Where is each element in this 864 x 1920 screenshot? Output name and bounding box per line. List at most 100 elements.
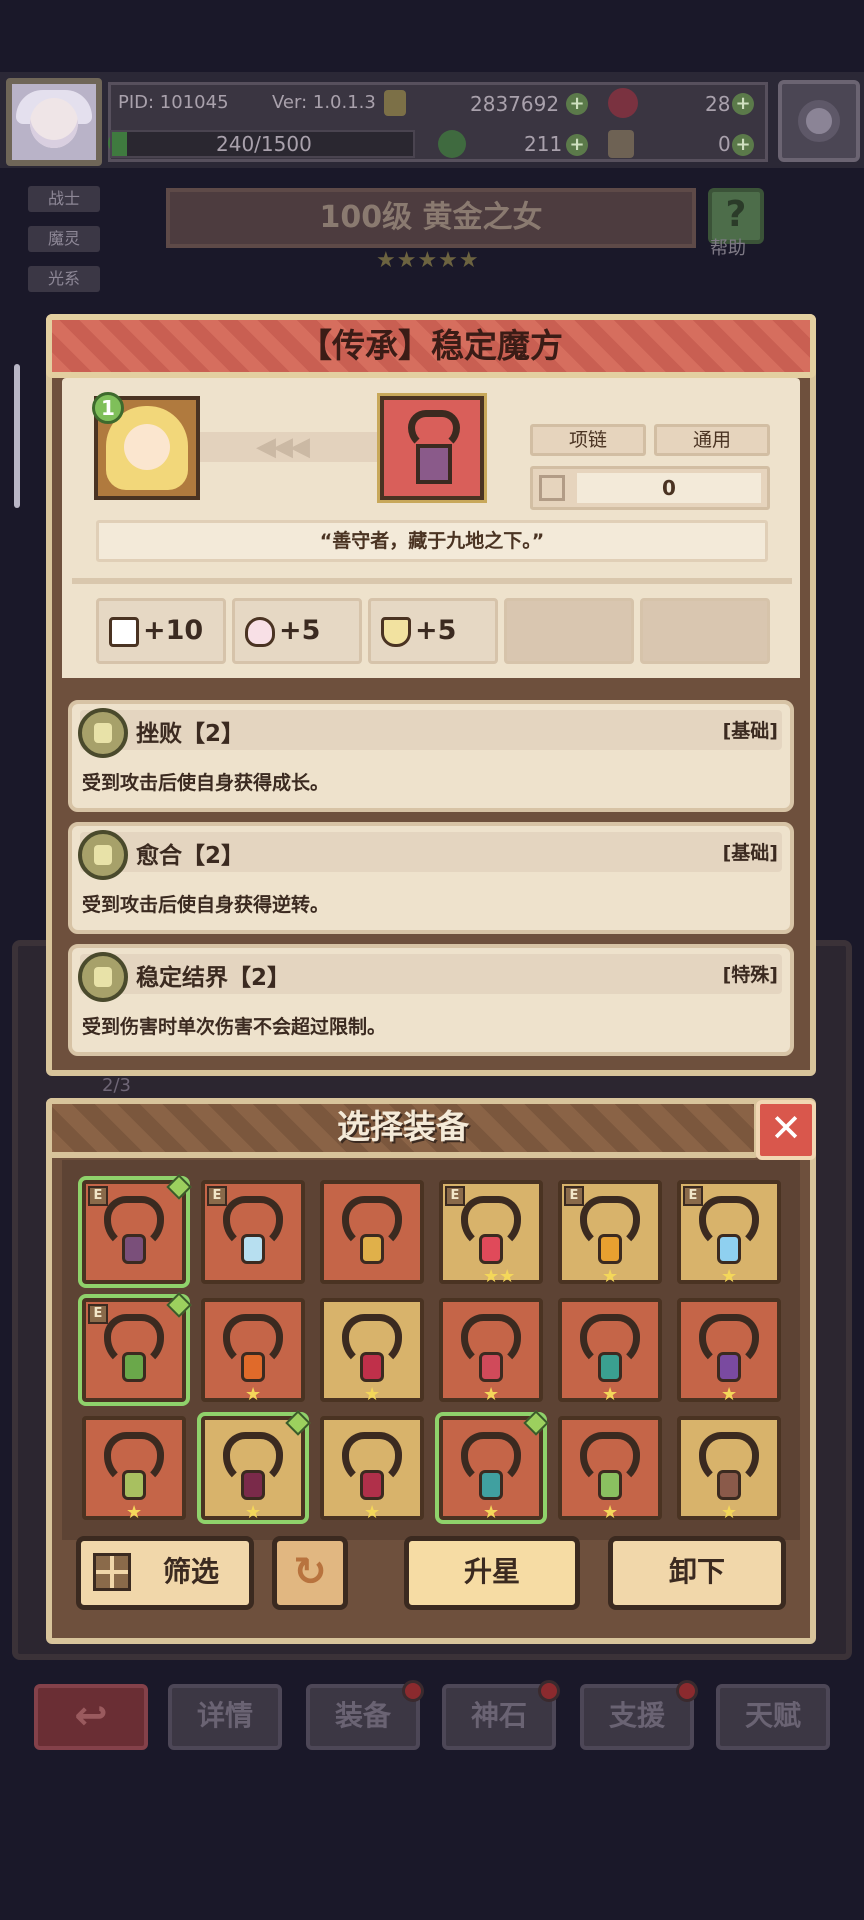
sidetab-warrior[interactable]: 战士 [28, 186, 100, 212]
scroll-indicator [14, 364, 20, 508]
settings-gear-button[interactable] [778, 80, 860, 162]
skill-name: 稳定结界【2】 [136, 965, 291, 991]
equipped-badge: E [88, 1186, 108, 1206]
equipment-slot[interactable]: ★ [439, 1298, 543, 1405]
gem-icon [241, 1470, 265, 1500]
add-gem-button[interactable]: + [732, 93, 754, 115]
clover-amount: 211 [524, 132, 563, 156]
star-rating: ★★ [483, 1266, 516, 1287]
back-button[interactable]: ↩ [34, 1684, 148, 1750]
nav-godstone[interactable]: 神石 [442, 1680, 560, 1750]
item-type-tag: 项链 [530, 424, 646, 456]
gem-icon [241, 1234, 265, 1264]
equipped-badge: E [683, 1186, 703, 1206]
skill-card: 稳定结界【2】 [特殊] 受到伤害时单次伤害不会超过限制。 [68, 944, 794, 1056]
equipment-slot[interactable]: E ★ [558, 1180, 662, 1287]
equipment-slot[interactable]: ★ [201, 1298, 305, 1405]
equipment-slot[interactable] [320, 1180, 424, 1284]
skill-desc: 受到攻击后使自身获得逆转。 [82, 894, 330, 916]
upgrade-star-button[interactable]: 升星 [404, 1536, 580, 1610]
star-rating: ★ [126, 1502, 143, 1523]
star-rating: ★ [245, 1502, 262, 1523]
sidetab-light[interactable]: 光系 [28, 266, 100, 292]
gem-icon [360, 1234, 384, 1264]
gem-icon [717, 1234, 741, 1264]
player-id: PID: 101045 [118, 92, 229, 113]
equipment-slot[interactable]: ★ [435, 1410, 549, 1524]
equipment-slot[interactable]: ★ [558, 1298, 662, 1405]
gem-icon [241, 1352, 265, 1382]
skill-icon [78, 952, 128, 1002]
gem-icon [717, 1470, 741, 1500]
equipped-badge: E [207, 1186, 227, 1206]
item-title: 【传承】稳定魔方 [46, 314, 816, 378]
hero-stars: ★★★★★ [376, 248, 480, 273]
stat-book: +10 [96, 598, 226, 664]
star-rating: ★ [364, 1502, 381, 1523]
nav-details[interactable]: 详情 [168, 1684, 282, 1750]
equipment-slot[interactable]: ★ [558, 1416, 662, 1523]
stat-shield: +5 [368, 598, 498, 664]
skill-kind: [特殊] [722, 964, 778, 986]
nav-equipment[interactable]: 装备 [306, 1680, 424, 1750]
skill-icon [78, 708, 128, 758]
add-gold-button[interactable]: + [566, 93, 588, 115]
refresh-button[interactable]: ↻ [272, 1536, 348, 1610]
equipment-slot[interactable]: E ★ [677, 1180, 781, 1287]
refresh-icon: ↻ [293, 1549, 327, 1595]
star-rating: ★ [483, 1502, 500, 1523]
gear-icon [798, 100, 840, 142]
equipment-slot[interactable]: ★ [677, 1416, 781, 1523]
equipment-slot[interactable]: E [78, 1174, 192, 1288]
sidetab-spirit[interactable]: 魔灵 [28, 226, 100, 252]
unequip-button[interactable]: 卸下 [608, 1536, 786, 1610]
equipment-slot[interactable]: E ★★ [439, 1180, 543, 1287]
equipment-slot[interactable]: ★ [320, 1298, 424, 1405]
book-icon [109, 616, 139, 647]
add-key-button[interactable]: + [732, 134, 754, 156]
divider [72, 578, 792, 584]
gem-icon [122, 1234, 146, 1264]
skill-icon [78, 830, 128, 880]
nav-talent[interactable]: 天赋 [716, 1684, 830, 1750]
gem-icon [122, 1470, 146, 1500]
equipped-badge: E [88, 1304, 108, 1324]
filter-button[interactable]: 筛选 [76, 1536, 254, 1610]
star-rating: ★ [721, 1502, 738, 1523]
gem-icon [479, 1234, 503, 1264]
gem-icon [717, 1352, 741, 1382]
player-avatar[interactable] [6, 78, 102, 166]
grid-icon [93, 1553, 131, 1591]
gem-amount: 28 [705, 92, 731, 116]
gem-icon [598, 1234, 622, 1264]
gold-amount: 2837692 [470, 92, 560, 116]
skill-card: 愈合【2】 [基础] 受到攻击后使自身获得逆转。 [68, 822, 794, 934]
necklace-item-icon [377, 393, 487, 503]
equipment-slot[interactable]: ★ [197, 1410, 311, 1524]
gem-icon [598, 1470, 622, 1500]
equipment-slot[interactable]: E [78, 1292, 192, 1406]
equipment-slot[interactable]: ★ [320, 1416, 424, 1523]
skill-kind: [基础] [722, 720, 778, 742]
gem-icon [122, 1352, 146, 1382]
add-clover-button[interactable]: + [566, 134, 588, 156]
back-arrow-icon: ↩ [74, 1693, 108, 1739]
star-rating: ★ [602, 1266, 619, 1287]
equipped-badge: E [445, 1186, 465, 1206]
background-count: 2/3 [102, 1075, 131, 1096]
skill-name: 挫败【2】 [136, 721, 245, 747]
star-rating: ★ [721, 1266, 738, 1287]
notification-dot [402, 1680, 424, 1702]
gem-icon [479, 1470, 503, 1500]
help-label: 帮助 [710, 238, 746, 259]
equipment-slot[interactable]: E [201, 1180, 305, 1284]
item-value-box: 0 [530, 466, 770, 510]
equipment-slot[interactable]: ★ [82, 1416, 186, 1523]
equipment-slot[interactable]: ★ [677, 1298, 781, 1405]
stat-empty-slot [504, 598, 634, 664]
close-button[interactable]: ✕ [756, 1100, 816, 1160]
heart-icon [245, 616, 275, 647]
skill-desc: 受到伤害时单次伤害不会超过限制。 [82, 1016, 387, 1038]
nav-support[interactable]: 支援 [580, 1680, 698, 1750]
gem-icon [360, 1470, 384, 1500]
